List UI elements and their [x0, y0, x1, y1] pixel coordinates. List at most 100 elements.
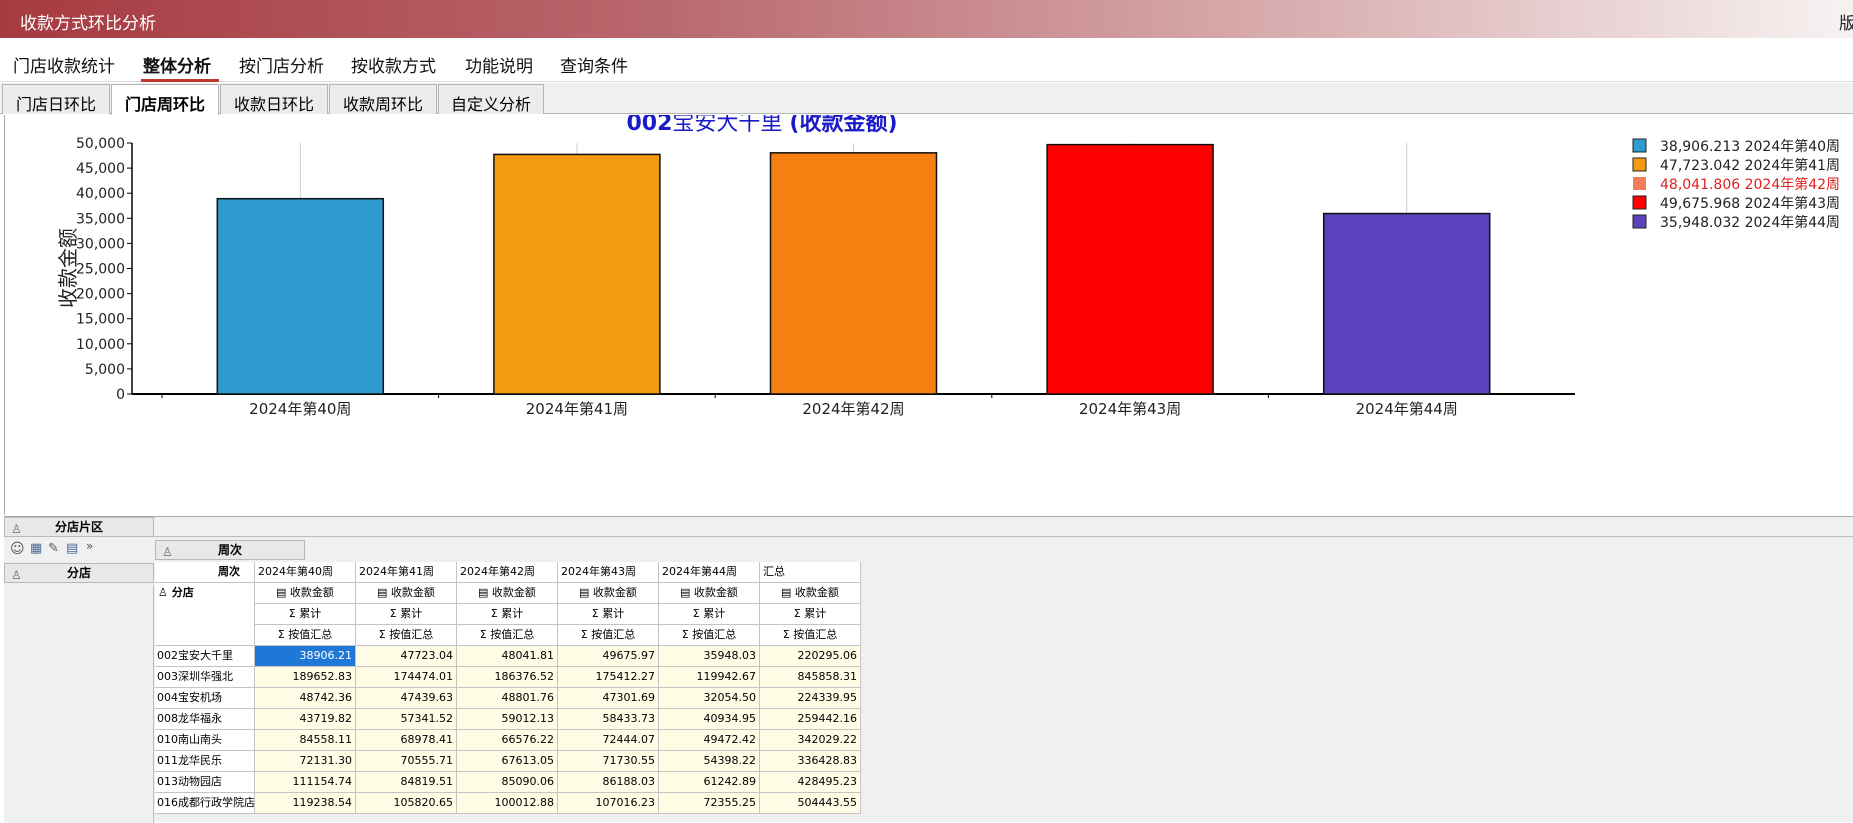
tab-store-daily[interactable]: 门店日环比 — [2, 84, 110, 114]
toolbar-more-icon[interactable]: » — [86, 539, 93, 553]
y-tick-label: 50,000 — [76, 136, 125, 152]
pivot-value-cell[interactable]: 845858.31 — [760, 667, 861, 688]
pivot-value-cell[interactable]: 119942.67 — [659, 667, 760, 688]
column-field-box[interactable]: ♙ 周次 — [155, 540, 305, 560]
pivot-value-cell[interactable]: 32054.50 — [659, 688, 760, 709]
pivot-value-cell[interactable]: 72444.07 — [558, 730, 659, 751]
pivot-value-cell[interactable]: 67613.05 — [457, 751, 558, 772]
tab-store-weekly[interactable]: 门店周环比 — [111, 84, 219, 115]
tab-payment-daily[interactable]: 收款日环比 — [220, 84, 328, 114]
pivot-column-header[interactable]: 2024年第44周 — [659, 562, 760, 583]
pivot-value-cell[interactable]: 189652.83 — [255, 667, 356, 688]
pivot-value-cell[interactable]: 57341.52 — [356, 709, 457, 730]
menu-store-stats[interactable]: 门店收款统计 — [13, 52, 115, 77]
pivot-value-cell[interactable]: 107016.23 — [558, 793, 659, 814]
toolbar-export-icon[interactable]: ▤ — [66, 541, 78, 556]
toolbar-tools-icon[interactable]: ✎ — [48, 541, 59, 556]
pivot-value-cell[interactable]: 504443.55 — [760, 793, 861, 814]
pivot-value-cell[interactable]: 175412.27 — [558, 667, 659, 688]
pivot-row-label[interactable]: 011龙华民乐 — [155, 751, 255, 772]
y-tick-label: 15,000 — [76, 312, 125, 328]
pivot-value-cell[interactable]: 84819.51 — [356, 772, 457, 793]
pivot-value-cell[interactable]: 70555.71 — [356, 751, 457, 772]
pivot-row-label[interactable]: 002宝安大千里 — [155, 646, 255, 667]
pivot-column-header[interactable]: 2024年第43周 — [558, 562, 659, 583]
y-tick-label: 45,000 — [76, 161, 125, 177]
tab-payment-weekly[interactable]: 收款周环比 — [329, 84, 437, 114]
menu-query-conditions[interactable]: 查询条件 — [560, 52, 628, 77]
pivot-row-label[interactable]: 010南山南头 — [155, 730, 255, 751]
legend-swatch — [1633, 177, 1646, 190]
pivot-corner-header[interactable]: 周次 — [155, 562, 255, 583]
pivot-value-cell[interactable]: 342029.22 — [760, 730, 861, 751]
pivot-value-cell[interactable]: 61242.89 — [659, 772, 760, 793]
pivot-value-cell[interactable]: 35948.03 — [659, 646, 760, 667]
pivot-value-cell[interactable]: 336428.83 — [760, 751, 861, 772]
pivot-value-cell[interactable]: 186376.52 — [457, 667, 558, 688]
pivot-value-cell[interactable]: 38906.21 — [255, 646, 356, 667]
pivot-row-label[interactable]: 013动物园店 — [155, 772, 255, 793]
active-menu-underline — [141, 79, 219, 82]
pivot-value-cell[interactable]: 428495.23 — [760, 772, 861, 793]
pivot-value-cell[interactable]: 68978.41 — [356, 730, 457, 751]
pivot-sum-header: Σ 按值汇总 — [659, 625, 760, 646]
pivot-value-cell[interactable]: 47301.69 — [558, 688, 659, 709]
pivot-value-cell[interactable]: 72355.25 — [659, 793, 760, 814]
filter-field-box[interactable]: ♙ 分店片区 — [4, 517, 154, 537]
pivot-row-header[interactable]: ♙ 分店 — [155, 583, 255, 646]
menu-help[interactable]: 功能说明 — [465, 52, 533, 77]
pivot-value-cell[interactable]: 259442.16 — [760, 709, 861, 730]
bar — [216, 197, 385, 395]
pivot-value-cell[interactable]: 59012.13 — [457, 709, 558, 730]
chart-panel: 002宝安大千里 (收款金额) 收款金额 0 5,000 10,000 15,000 20,… — [4, 110, 1853, 515]
menu-by-store[interactable]: 按门店分析 — [239, 52, 324, 77]
pivot-value-cell[interactable]: 48801.76 — [457, 688, 558, 709]
pivot-value-cell[interactable]: 100012.88 — [457, 793, 558, 814]
pivot-value-cell[interactable]: 49472.42 — [659, 730, 760, 751]
y-tick-label: 0 — [116, 387, 125, 403]
pivot-value-cell[interactable]: 71730.55 — [558, 751, 659, 772]
y-tick-label: 40,000 — [76, 186, 125, 202]
menu-by-payment-method[interactable]: 按收款方式 — [351, 52, 436, 77]
row-field-box[interactable]: ♙ 分店 — [4, 563, 154, 583]
pivot-value-cell[interactable]: 85090.06 — [457, 772, 558, 793]
pivot-row-label[interactable]: 004宝安机场 — [155, 688, 255, 709]
pivot-value-cell[interactable]: 224339.95 — [760, 688, 861, 709]
pivot-value-cell[interactable]: 54398.22 — [659, 751, 760, 772]
pivot-value-cell[interactable]: 49675.97 — [558, 646, 659, 667]
pivot-value-cell[interactable]: 72131.30 — [255, 751, 356, 772]
toolbar-grid-icon[interactable]: ▦ — [30, 541, 42, 556]
pivot-value-cell[interactable]: 111154.74 — [255, 772, 356, 793]
y-tick-label: 35,000 — [76, 211, 125, 227]
filter-drop-area[interactable] — [154, 517, 1853, 537]
pivot-column-header[interactable]: 2024年第41周 — [356, 562, 457, 583]
pivot-value-cell[interactable]: 174474.01 — [356, 667, 457, 688]
legend-swatch — [1632, 195, 1647, 210]
pivot-cumulative-header: Σ 累计 — [356, 604, 457, 625]
window-titlebar: 收款方式环比分析 版 — [0, 0, 1853, 38]
pivot-row-label[interactable]: 003深圳华强北 — [155, 667, 255, 688]
pivot-value-cell[interactable]: 105820.65 — [356, 793, 457, 814]
y-tick-label: 5,000 — [85, 362, 125, 378]
pivot-value-cell[interactable]: 84558.11 — [255, 730, 356, 751]
pivot-value-cell[interactable]: 58433.73 — [558, 709, 659, 730]
pivot-column-header[interactable]: 2024年第42周 — [457, 562, 558, 583]
pivot-value-cell[interactable]: 47439.63 — [356, 688, 457, 709]
pivot-value-cell[interactable]: 48041.81 — [457, 646, 558, 667]
pivot-row-label[interactable]: 016成都行政学院店 — [155, 793, 255, 814]
pivot-value-cell[interactable]: 86188.03 — [558, 772, 659, 793]
menu-overall-analysis[interactable]: 整体分析 — [143, 52, 211, 77]
pivot-value-cell[interactable]: 47723.04 — [356, 646, 457, 667]
bar-chart: 002宝安大千里 (收款金额)收款金额05,00010,00015,00020,… — [56, 110, 1840, 418]
toolbar-user-icon[interactable]: ☺ — [10, 541, 25, 557]
pivot-value-cell[interactable]: 43719.82 — [255, 709, 356, 730]
pivot-value-cell[interactable]: 48742.36 — [255, 688, 356, 709]
tab-custom-analysis[interactable]: 自定义分析 — [438, 84, 544, 114]
pivot-value-cell[interactable]: 66576.22 — [457, 730, 558, 751]
pivot-column-header[interactable]: 2024年第40周 — [255, 562, 356, 583]
pivot-value-cell[interactable]: 119238.54 — [255, 793, 356, 814]
pivot-value-cell[interactable]: 220295.06 — [760, 646, 861, 667]
pivot-value-cell[interactable]: 40934.95 — [659, 709, 760, 730]
pivot-row-label[interactable]: 008龙华福永 — [155, 709, 255, 730]
pivot-column-header[interactable]: 汇总 — [760, 562, 861, 583]
